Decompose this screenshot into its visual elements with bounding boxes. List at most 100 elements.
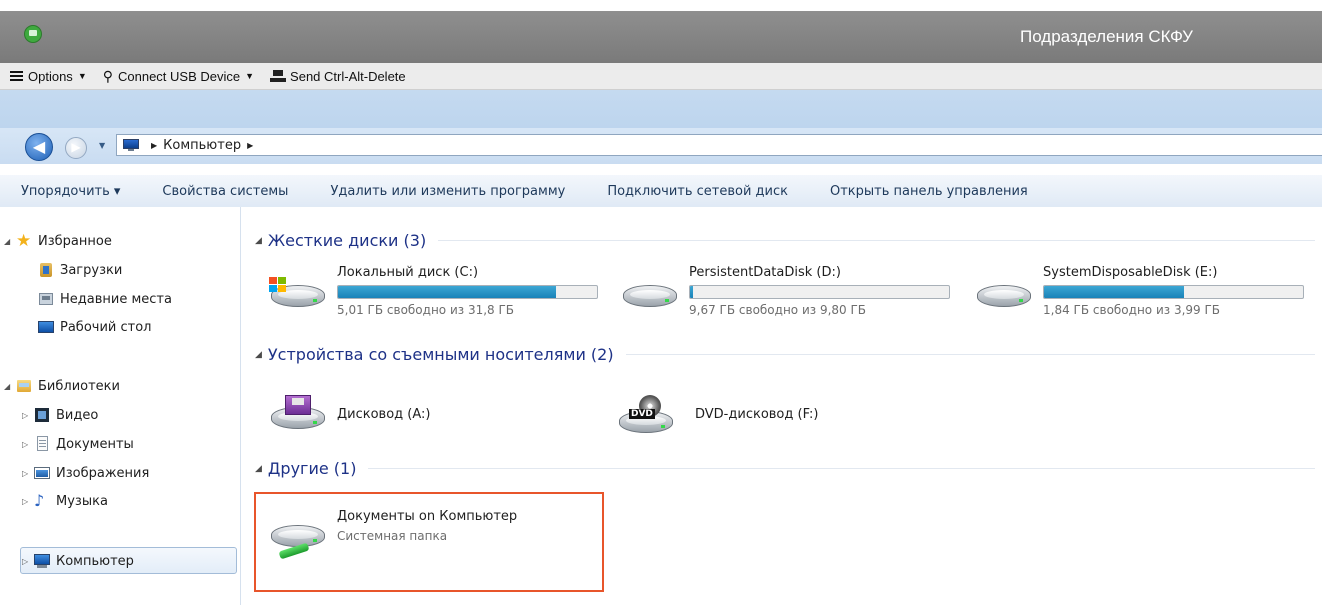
drive-usage-bar — [1043, 285, 1304, 299]
collapse-arrow-icon[interactable]: ◢ — [4, 237, 16, 246]
group-header-removable[interactable]: ◢ Устройства со съемными носителями (2) — [255, 345, 1315, 364]
sidebar-item-libraries[interactable]: ◢ Библиотеки — [4, 376, 120, 396]
drive-f[interactable]: DVD DVD-дисковод (F:) — [619, 383, 939, 433]
sidebar-item-documents[interactable]: ▷ Документы — [22, 434, 134, 454]
options-menu-button[interactable]: Options ▼ — [0, 63, 93, 89]
group-header-other[interactable]: ◢ Другие (1) — [255, 459, 1315, 478]
group-divider — [438, 240, 1315, 241]
usb-icon: ⚲ — [102, 67, 113, 84]
drive-name: PersistentDataDisk (D:) — [689, 265, 841, 280]
group-title: Другие (1) — [267, 459, 357, 478]
sidebar-item-downloads[interactable]: Загрузки — [38, 260, 122, 280]
drive-c[interactable]: Локальный диск (C:) 5,01 ГБ свободно из … — [267, 265, 607, 317]
group-divider — [625, 354, 1315, 355]
sidebar-item-label: Компьютер — [56, 553, 134, 569]
navigation-bar: ◀ ▶ ▼ ▶ Компьютер ▶ — [0, 128, 1322, 164]
documents-library-icon — [34, 436, 50, 452]
floppy-drive-icon — [267, 395, 329, 429]
explorer-top-band — [0, 90, 1322, 128]
group-divider — [368, 468, 1315, 469]
address-bar[interactable]: ▶ Компьютер ▶ — [116, 134, 1322, 156]
breadcrumb-arrow-icon[interactable]: ▶ — [247, 141, 253, 150]
video-library-icon — [34, 407, 50, 423]
window-titlebar[interactable]: Подразделения СКФУ — [0, 11, 1322, 63]
collapse-arrow-icon[interactable]: ◢ — [255, 236, 262, 246]
computer-icon — [34, 553, 50, 569]
computer-icon — [123, 139, 139, 151]
group-header-hard-disks[interactable]: ◢ Жесткие диски (3) — [255, 231, 1315, 250]
send-ctrl-alt-delete-button[interactable]: Send Ctrl-Alt-Delete — [260, 63, 412, 89]
forward-button[interactable]: ▶ — [65, 137, 87, 159]
usb-label: Connect USB Device — [118, 68, 241, 84]
collapse-arrow-icon[interactable]: ◢ — [4, 382, 16, 391]
drive-name: DVD-дисковод (F:) — [695, 407, 819, 422]
expand-arrow-icon[interactable]: ▷ — [22, 557, 34, 566]
back-button[interactable]: ◀ — [25, 133, 53, 161]
connect-usb-button[interactable]: ⚲ Connect USB Device ▼ — [93, 63, 260, 89]
network-location-documents[interactable]: Документы on Компьютер Системная папка — [267, 509, 587, 560]
breadcrumb-computer[interactable]: Компьютер — [163, 138, 241, 153]
drive-free-space: 9,67 ГБ свободно из 9,80 ГБ — [689, 303, 867, 317]
expand-arrow-icon[interactable]: ▷ — [22, 497, 34, 506]
pictures-library-icon — [34, 465, 50, 481]
dvd-drive-icon: DVD — [619, 395, 679, 433]
open-control-panel-button[interactable]: Открыть панель управления — [830, 175, 1028, 208]
drive-usage-bar — [337, 285, 598, 299]
sidebar-item-label: Библиотеки — [38, 378, 120, 394]
sidebar-item-label: Музыка — [56, 493, 108, 509]
drive-usage-bar — [689, 285, 950, 299]
system-properties-button[interactable]: Свойства системы — [162, 175, 288, 208]
keyboard-network-icon — [270, 70, 287, 82]
command-bar: Упорядочить ▾ Свойства системы Удалить и… — [0, 174, 1322, 209]
sidebar-item-recent-places[interactable]: Недавние места — [38, 289, 172, 309]
content-pane: ◢ Жесткие диски (3) Локальный диск (C:) … — [241, 207, 1322, 605]
drive-a[interactable]: Дисковод (A:) — [267, 383, 587, 433]
item-subtitle: Системная папка — [337, 529, 448, 543]
chevron-down-icon: ▼ — [245, 71, 255, 81]
music-library-icon: ♪ — [34, 491, 45, 510]
drive-name: SystemDisposableDisk (E:) — [1043, 265, 1218, 280]
options-label: Options — [28, 68, 73, 84]
navigation-pane: ◢ ★ Избранное Загрузки Недавние места Ра… — [0, 207, 241, 605]
expand-arrow-icon[interactable]: ▷ — [22, 440, 34, 449]
window-title: Подразделения СКФУ — [1020, 27, 1193, 46]
collapse-arrow-icon[interactable]: ◢ — [255, 350, 262, 360]
group-title: Жесткие диски (3) — [267, 231, 427, 250]
expand-arrow-icon[interactable]: ▷ — [22, 469, 34, 478]
dvd-badge: DVD — [629, 409, 655, 419]
sidebar-item-computer[interactable]: ▷ Компьютер — [22, 551, 134, 571]
hard-drive-icon — [973, 277, 1035, 311]
sidebar-item-video[interactable]: ▷ Видео — [22, 405, 98, 425]
sidebar-item-label: Рабочий стол — [60, 319, 152, 335]
sidebar-item-pictures[interactable]: ▷ Изображения — [22, 463, 149, 483]
drive-d[interactable]: PersistentDataDisk (D:) 9,67 ГБ свободно… — [619, 265, 959, 317]
recent-pages-dropdown[interactable]: ▼ — [99, 141, 105, 150]
drive-e[interactable]: SystemDisposableDisk (E:) 1,84 ГБ свобод… — [973, 265, 1313, 317]
drive-free-space: 5,01 ГБ свободно из 31,8 ГБ — [337, 303, 515, 317]
app-icon — [24, 25, 42, 43]
chevron-down-icon: ▼ — [77, 71, 87, 81]
sidebar-item-music[interactable]: ▷ ♪ Музыка — [22, 491, 108, 511]
hard-drive-icon — [619, 277, 681, 311]
breadcrumb-arrow-icon[interactable]: ▶ — [151, 141, 157, 150]
sidebar-item-label: Избранное — [38, 233, 112, 249]
sidebar-item-label: Видео — [56, 407, 99, 423]
organize-button[interactable]: Упорядочить ▾ — [21, 175, 120, 208]
sidebar-item-favorites[interactable]: ◢ ★ Избранное — [4, 231, 112, 251]
top-margin — [0, 0, 1322, 11]
drive-free-space: 1,84 ГБ свободно из 3,99 ГБ — [1043, 303, 1221, 317]
desktop-icon — [38, 319, 54, 335]
uninstall-program-button[interactable]: Удалить или изменить программу — [330, 175, 565, 208]
collapse-arrow-icon[interactable]: ◢ — [255, 464, 262, 474]
hamburger-icon — [10, 71, 23, 81]
group-title: Устройства со съемными носителями (2) — [267, 345, 614, 364]
sidebar-item-label: Изображения — [56, 465, 150, 481]
sidebar-item-desktop[interactable]: Рабочий стол — [38, 317, 151, 337]
sidebar-item-label: Документы — [56, 436, 134, 452]
item-name: Документы on Компьютер — [337, 509, 518, 524]
map-network-drive-button[interactable]: Подключить сетевой диск — [607, 175, 788, 208]
sidebar-item-label: Загрузки — [60, 262, 123, 278]
vm-toolbar: Options ▼ ⚲ Connect USB Device ▼ Send Ct… — [0, 63, 1322, 90]
expand-arrow-icon[interactable]: ▷ — [22, 411, 34, 420]
ctrl-alt-del-label: Send Ctrl-Alt-Delete — [290, 68, 406, 84]
